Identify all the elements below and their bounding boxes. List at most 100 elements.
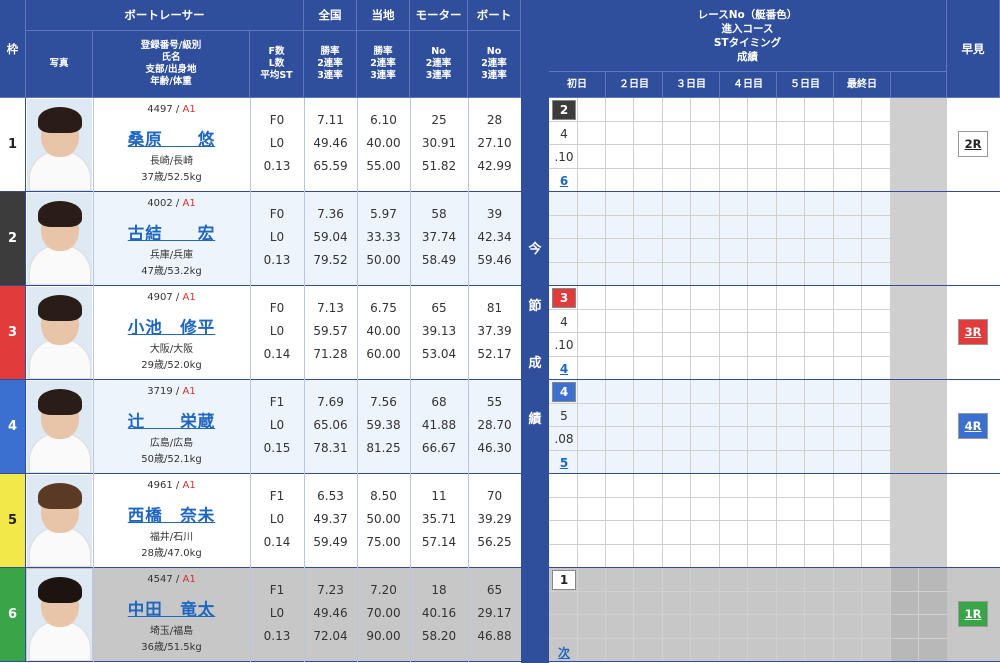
hayami-race-button[interactable]: 4R <box>958 413 988 439</box>
racer-age-weight: 29歳/52.0kg <box>141 360 202 371</box>
waku-number: 6 <box>0 568 26 662</box>
motor-rate: 40.16 <box>421 606 457 620</box>
zenkoku-rate: 49.46 <box>313 606 348 620</box>
racer-name-link[interactable]: 中田 竜太 <box>93 596 250 620</box>
race-number-badge: 2 <box>552 100 576 120</box>
racer-name-link[interactable]: 辻 栄蔵 <box>93 408 250 432</box>
fl-st-value: 0.13 <box>263 253 291 267</box>
boat-rate: 27.10 <box>477 136 512 150</box>
touchi-rate: 8.50 <box>370 489 397 503</box>
day-header: ４日目 <box>720 72 777 98</box>
motor-rate: 39.13 <box>421 324 457 338</box>
boat-rate: 39 <box>486 207 503 221</box>
race-result-link[interactable]: 5 <box>552 456 576 470</box>
racer-name-link[interactable]: 小池 修平 <box>93 314 250 338</box>
zenkoku-rate: 7.36 <box>317 207 344 221</box>
konsetsu-column: 今 節 成 績 <box>521 0 549 663</box>
touchi-rate: 60.00 <box>366 347 401 361</box>
konsetsu-char: 績 <box>528 412 542 427</box>
hayami-race-button[interactable]: 3R <box>958 319 988 345</box>
st-timing: .08 <box>554 432 574 446</box>
motor-rate: 68 <box>431 395 447 409</box>
header-touchi: 当地 <box>357 0 410 31</box>
racer-photo <box>27 569 92 661</box>
race-result-link[interactable]: 4 <box>552 362 576 376</box>
racer-age-weight: 36歳/51.5kg <box>141 642 202 653</box>
waku-number: 4 <box>0 380 26 474</box>
zenkoku-rate: 49.37 <box>313 512 348 526</box>
touchi-rate: 75.00 <box>366 535 401 549</box>
day-header: ３日目 <box>663 72 720 98</box>
boat-rate: 65 <box>486 583 503 597</box>
racer-name-link[interactable]: 古結 宏 <box>93 220 250 244</box>
zenkoku-rate: 65.06 <box>313 418 348 432</box>
touchi-rate: 40.00 <box>366 324 401 338</box>
waku-number: 3 <box>0 286 26 380</box>
fl-st-value: F0 <box>269 207 285 221</box>
boat-rate: 70 <box>486 489 503 503</box>
boat-rate: 59.46 <box>477 253 512 267</box>
fl-st-value: L0 <box>269 606 285 620</box>
motor-rate: 30.91 <box>421 136 457 150</box>
konsetsu-char: 今 <box>528 242 542 257</box>
touchi-rate: 7.20 <box>370 583 397 597</box>
boat-rate: 28.70 <box>477 418 512 432</box>
racer-branch: 長崎/長崎 <box>149 156 194 167</box>
waku-number: 1 <box>0 98 26 192</box>
boat-rate: 42.34 <box>477 230 512 244</box>
entry-course: 4 <box>560 126 568 141</box>
motor-rate: 37.74 <box>421 230 457 244</box>
day-header: ５日目 <box>777 72 834 98</box>
fl-st-value: 0.14 <box>263 535 291 549</box>
boat-rate: 52.17 <box>477 347 512 361</box>
motor-rate: 41.88 <box>421 418 457 432</box>
header-touchi-rates: 勝率 2連率 3連率 <box>357 31 410 98</box>
racer-photo <box>27 99 92 191</box>
waku-number: 5 <box>0 474 26 568</box>
zenkoku-rate: 59.49 <box>313 535 348 549</box>
boat-rate: 46.30 <box>477 441 512 455</box>
racer-name-link[interactable]: 桑原 悠 <box>93 126 250 150</box>
race-result-link[interactable]: 6 <box>552 174 576 188</box>
header-race-info: レースNo（艇番色） 進入コース STタイミング 成績 <box>549 0 947 72</box>
racer-photo <box>27 287 92 379</box>
motor-rate: 58.49 <box>421 253 457 267</box>
motor-rate: 35.71 <box>421 512 457 526</box>
st-timing: .10 <box>554 338 574 352</box>
header-photo: 写真 <box>26 31 93 98</box>
racer-photo <box>27 193 92 285</box>
fl-st-value: L0 <box>269 512 285 526</box>
hayami-race-button[interactable]: 2R <box>958 131 988 157</box>
header-motor: モーター <box>410 0 468 31</box>
race-number-badge: 4 <box>552 382 576 402</box>
touchi-rate: 6.10 <box>370 113 397 127</box>
racer-reg-class: 3719 / A1 <box>147 386 196 397</box>
touchi-rate: 90.00 <box>366 629 401 643</box>
race-result-link[interactable]: 次 <box>552 644 576 661</box>
fl-st-value: L0 <box>269 230 285 244</box>
hayami-race-button[interactable]: 1R <box>958 601 988 627</box>
fl-st-value: 0.13 <box>263 629 291 643</box>
motor-rate: 51.82 <box>421 159 457 173</box>
boat-rate: 42.99 <box>477 159 512 173</box>
zenkoku-rate: 71.28 <box>313 347 348 361</box>
racer-branch: 福井/石川 <box>149 532 194 543</box>
konsetsu-char: 節 <box>528 299 542 314</box>
zenkoku-rate: 7.11 <box>317 113 344 127</box>
touchi-rate: 6.75 <box>370 301 397 315</box>
zenkoku-rate: 7.69 <box>317 395 344 409</box>
day-header: 最終日 <box>834 72 891 98</box>
fl-st-value: L0 <box>269 324 285 338</box>
fl-st-value: F1 <box>269 395 285 409</box>
fl-st-value: F0 <box>269 301 285 315</box>
boat-rate: 39.29 <box>477 512 512 526</box>
race-number-badge: 1 <box>552 570 576 590</box>
fl-st-value: L0 <box>269 136 285 150</box>
zenkoku-rate: 78.31 <box>313 441 348 455</box>
header-hayami: 早見 <box>947 0 1000 98</box>
boat-rate: 56.25 <box>477 535 512 549</box>
touchi-rate: 7.56 <box>370 395 397 409</box>
header-fl-st: F数 L数 平均ST <box>250 31 304 98</box>
racer-name-link[interactable]: 西橋 奈未 <box>93 502 250 526</box>
racer-branch: 大阪/大阪 <box>149 344 194 355</box>
